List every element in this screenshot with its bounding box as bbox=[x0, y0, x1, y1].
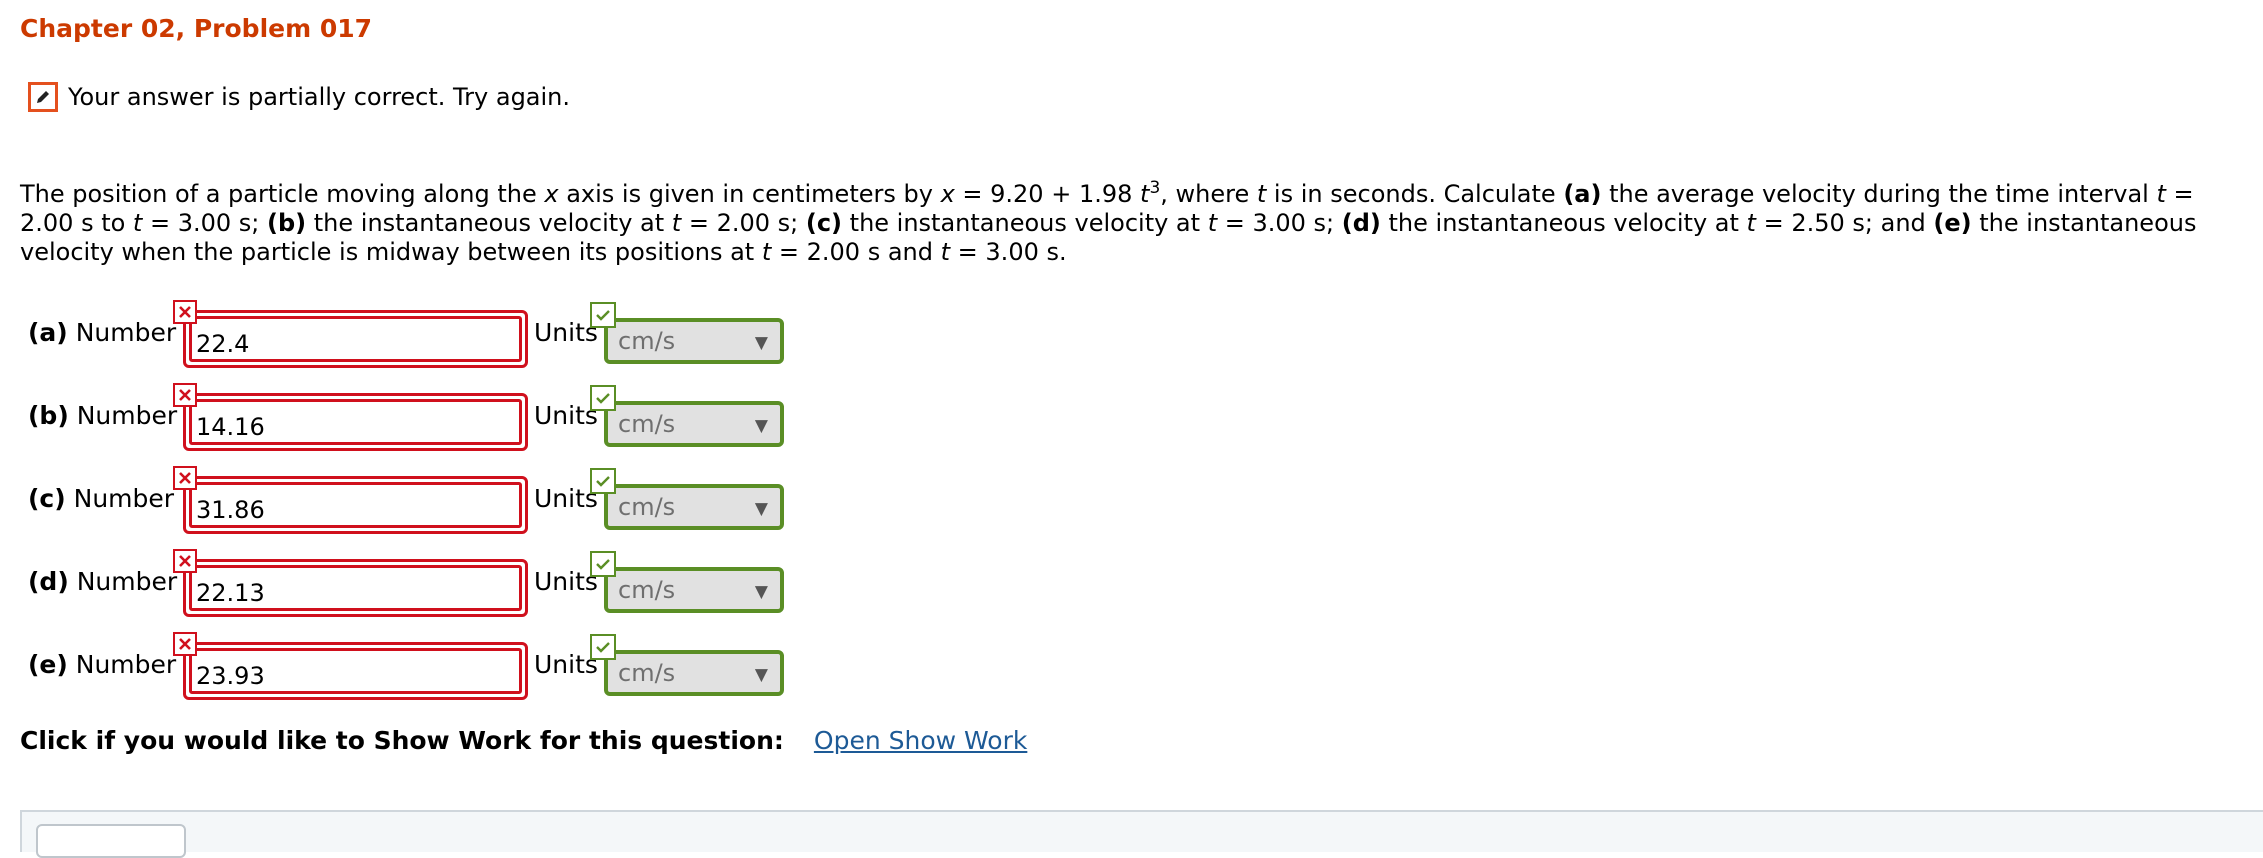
number-input-c[interactable] bbox=[189, 482, 522, 528]
number-input-d[interactable] bbox=[189, 565, 522, 611]
answer-label: (c) Number bbox=[28, 484, 175, 513]
question-text: The position of a particle moving along … bbox=[20, 178, 2197, 266]
open-show-work-link[interactable]: Open Show Work bbox=[814, 726, 1027, 755]
incorrect-x-icon bbox=[173, 466, 197, 490]
number-input-wrapper bbox=[183, 393, 528, 451]
correct-check-icon bbox=[590, 551, 616, 577]
dropdown-arrow-icon: ▼ bbox=[754, 333, 768, 353]
units-label: Units bbox=[534, 567, 598, 596]
show-work-row: Click if you would like to Show Work for… bbox=[20, 726, 1027, 755]
bottom-panel-tab[interactable] bbox=[36, 824, 186, 858]
answer-label: (e) Number bbox=[28, 650, 177, 679]
incorrect-x-icon bbox=[173, 549, 197, 573]
correct-check-icon bbox=[590, 634, 616, 660]
incorrect-x-icon bbox=[173, 383, 197, 407]
number-input-wrapper bbox=[183, 642, 528, 700]
number-input-wrapper bbox=[183, 310, 528, 368]
correct-check-icon bbox=[590, 385, 616, 411]
pencil-icon bbox=[28, 82, 58, 112]
units-select-b[interactable]: cm/s ▼ bbox=[604, 401, 784, 447]
answer-label: (b) Number bbox=[28, 401, 178, 430]
incorrect-x-icon bbox=[173, 300, 197, 324]
show-work-label: Click if you would like to Show Work for… bbox=[20, 726, 784, 755]
units-selected-value: cm/s bbox=[618, 576, 676, 604]
correct-check-icon bbox=[590, 468, 616, 494]
incorrect-x-icon bbox=[173, 632, 197, 656]
units-label: Units bbox=[534, 318, 598, 347]
units-select-e[interactable]: cm/s ▼ bbox=[604, 650, 784, 696]
units-select-c[interactable]: cm/s ▼ bbox=[604, 484, 784, 530]
correct-check-icon bbox=[590, 302, 616, 328]
number-input-b[interactable] bbox=[189, 399, 522, 445]
units-selected-value: cm/s bbox=[618, 659, 676, 687]
bottom-panel bbox=[20, 810, 2263, 858]
number-input-a[interactable] bbox=[189, 316, 522, 362]
units-selected-value: cm/s bbox=[618, 327, 676, 355]
status-text: Your answer is partially correct. Try ag… bbox=[68, 83, 571, 111]
number-input-e[interactable] bbox=[189, 648, 522, 694]
units-label: Units bbox=[534, 484, 598, 513]
dropdown-arrow-icon: ▼ bbox=[754, 416, 768, 436]
units-select-a[interactable]: cm/s ▼ bbox=[604, 318, 784, 364]
units-label: Units bbox=[534, 401, 598, 430]
units-selected-value: cm/s bbox=[618, 493, 676, 521]
number-input-wrapper bbox=[183, 559, 528, 617]
dropdown-arrow-icon: ▼ bbox=[754, 582, 768, 602]
units-select-d[interactable]: cm/s ▼ bbox=[604, 567, 784, 613]
page-title: Chapter 02, Problem 017 bbox=[20, 14, 373, 43]
dropdown-arrow-icon: ▼ bbox=[754, 499, 768, 519]
answer-label: (a) Number bbox=[28, 318, 177, 347]
number-input-wrapper bbox=[183, 476, 528, 534]
status-message: Your answer is partially correct. Try ag… bbox=[28, 80, 570, 114]
dropdown-arrow-icon: ▼ bbox=[754, 665, 768, 685]
units-selected-value: cm/s bbox=[618, 410, 676, 438]
units-label: Units bbox=[534, 650, 598, 679]
answer-label: (d) Number bbox=[28, 567, 178, 596]
